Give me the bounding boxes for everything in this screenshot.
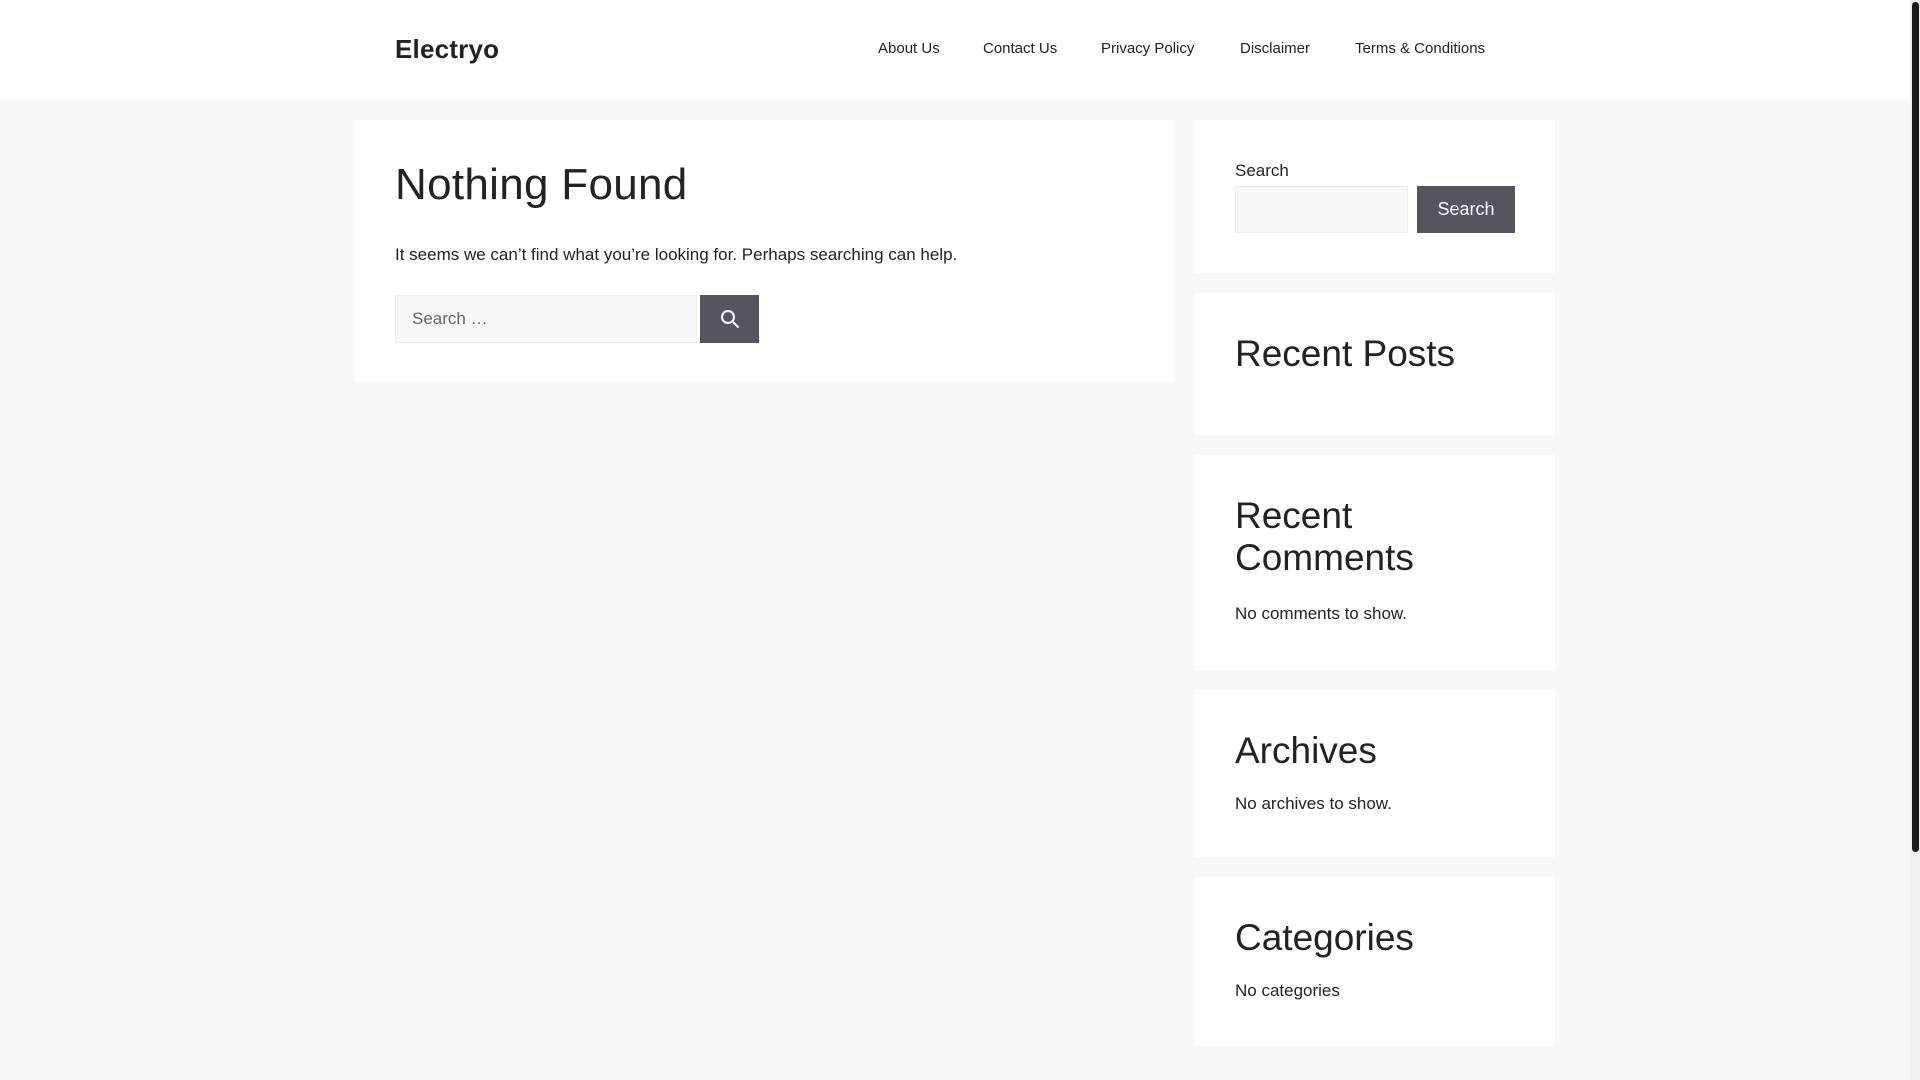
- site-header: Electryo About Us Contact Us Privacy Pol…: [0, 0, 1910, 100]
- search-icon: [720, 310, 739, 328]
- categories-widget: Categories No categories: [1195, 877, 1555, 1045]
- recent-comments-empty-text: No comments to show.: [1235, 604, 1407, 623]
- main-navigation: About Us Contact Us Privacy Policy Discl…: [0, 40, 1910, 62]
- recent-posts-title: Recent Posts: [1235, 333, 1456, 374]
- nav-item-about-us[interactable]: About Us: [878, 40, 940, 57]
- nav-item-contact-us[interactable]: Contact Us: [983, 40, 1057, 57]
- search-submit-button[interactable]: [700, 295, 759, 343]
- no-results-message: It seems we can’t find what you’re looki…: [395, 245, 958, 264]
- search-widget-label: Search: [1235, 161, 1289, 180]
- search-widget: Search Search: [1195, 120, 1555, 273]
- categories-empty-text: No categories: [1235, 981, 1340, 1000]
- recent-posts-widget: Recent Posts: [1195, 293, 1555, 435]
- archives-title: Archives: [1235, 730, 1377, 771]
- page-title: Nothing Found: [395, 160, 688, 209]
- page-scrollbar[interactable]: [1910, 0, 1920, 1080]
- nav-item-disclaimer[interactable]: Disclaimer: [1240, 40, 1310, 57]
- nav-item-privacy-policy[interactable]: Privacy Policy: [1101, 40, 1194, 57]
- nav-item-terms-conditions[interactable]: Terms & Conditions: [1355, 40, 1485, 57]
- search-input[interactable]: [395, 295, 697, 343]
- search-widget-input[interactable]: [1235, 186, 1408, 233]
- scrollbar-thumb[interactable]: [1912, 2, 1919, 852]
- archives-widget: Archives No archives to show.: [1195, 690, 1555, 857]
- search-widget-button[interactable]: Search: [1417, 186, 1515, 233]
- recent-comments-widget: Recent Comments No comments to show.: [1195, 455, 1555, 670]
- archives-empty-text: No archives to show.: [1235, 794, 1392, 813]
- no-results-card: Nothing Found It seems we can’t find wha…: [355, 120, 1175, 383]
- recent-comments-title: Recent Comments: [1235, 495, 1414, 578]
- categories-title: Categories: [1235, 917, 1414, 958]
